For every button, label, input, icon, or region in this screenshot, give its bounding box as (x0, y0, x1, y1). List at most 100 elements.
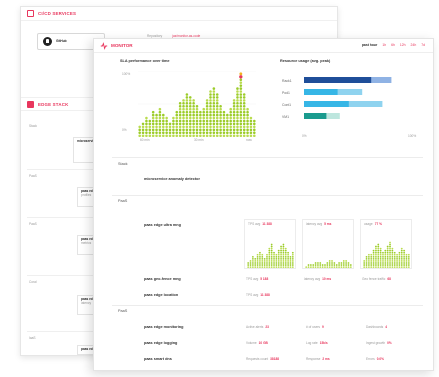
chart-bar (138, 125, 141, 137)
chart-bar (367, 253, 370, 268)
latency-value: 5 ms (324, 222, 332, 226)
chart-bar (338, 262, 340, 268)
chart-bar (282, 243, 285, 268)
chart-bar (326, 262, 329, 268)
chart-bar (287, 251, 290, 268)
chart-bar (398, 251, 401, 268)
chart-bar (349, 264, 352, 268)
chart-bar (312, 264, 315, 268)
smart-dns-name[interactable]: paas smart dns (144, 357, 172, 361)
chart-bar (270, 243, 273, 268)
chart-bar (155, 113, 158, 137)
logging-rate: Log rate 15k/s (306, 341, 328, 345)
sla-x-end: now (246, 138, 252, 142)
chart-bar (236, 87, 239, 137)
chart-bar (226, 113, 229, 137)
usage-metric-card[interactable]: usage 77 % (360, 219, 412, 269)
chart-bar (396, 253, 398, 268)
range-6h[interactable]: 6h (391, 43, 395, 47)
edge-location-name[interactable]: paas edge location (144, 293, 178, 297)
chart-bar (249, 116, 253, 137)
chart-bar (259, 251, 261, 268)
chart-bar (192, 99, 195, 137)
sla-chart (138, 71, 256, 137)
chart-bar (309, 264, 312, 268)
geo-tps: TPS avg 5 188 (246, 277, 269, 281)
chart-bar (345, 260, 348, 268)
chart-bar (365, 255, 368, 268)
chart-bar (165, 116, 168, 137)
section-stack: Stack (118, 162, 128, 166)
chart-bar (400, 247, 403, 268)
chart-bar (403, 249, 406, 268)
chart-bar (379, 247, 382, 268)
monitor-icon (100, 41, 108, 50)
chart-bar (242, 93, 246, 137)
tps-metric-card[interactable]: TPS avg 11 388 (244, 219, 296, 269)
resource-x-start: 0% (302, 134, 307, 138)
chart-bar (305, 266, 308, 268)
chart-bar (384, 249, 387, 268)
geo-fence-name[interactable]: paas geo-fence mng (144, 277, 181, 281)
chart-bar (347, 262, 350, 268)
anomaly-detector-name[interactable]: microservice anomaly detector (144, 177, 200, 181)
dns-requests: Requests count 38188 (246, 357, 280, 361)
geo-traffic: Geo fence traffic 68 (362, 277, 391, 281)
chart-bar (342, 260, 345, 268)
chart-bar (370, 253, 373, 268)
latency-metric-card[interactable]: latency avg 5 ms (302, 219, 354, 269)
section-coral-label: Coral (29, 280, 37, 284)
resource-category-label: Pod1 (282, 91, 290, 95)
section-stack-label: Stack (29, 124, 37, 128)
range-7d[interactable]: 7d (421, 43, 425, 47)
chart-bar (333, 262, 336, 268)
chart-bar (205, 99, 209, 137)
chart-bar (324, 264, 326, 268)
divider (112, 195, 423, 196)
edge-logging-name[interactable]: paas edge logging (144, 341, 177, 345)
edge-monitoring-name[interactable]: paas edge monitoring (144, 325, 183, 329)
range-12h[interactable]: 12h (400, 43, 406, 47)
chart-bar (199, 110, 202, 137)
range-1h[interactable]: 1h (382, 43, 386, 47)
monitor-panel: MONITOR past hour 1h 6h 12h 24h 7d SLA p… (93, 38, 434, 371)
chart-bar (172, 116, 175, 137)
section-paas-label-2: PaaS (29, 222, 37, 226)
chart-bar (289, 255, 292, 268)
chart-bar (277, 249, 280, 268)
chart-bar (393, 251, 396, 268)
chart-bar (254, 258, 257, 268)
chart-bar (158, 107, 162, 137)
sla-x-start: 60 min (140, 138, 150, 142)
chart-bar (314, 262, 317, 268)
chart-bar (175, 110, 179, 137)
chart-bar (195, 104, 199, 137)
chart-bar (263, 258, 266, 268)
resource-chart-panel: Resource usage (avg. peak) Rack1 Pod1 Cont… (280, 59, 426, 149)
range-24h[interactable]: 24h (411, 43, 417, 47)
chart-bar (256, 253, 259, 268)
chart-bar (209, 90, 212, 137)
chart-bar (261, 253, 264, 268)
edge-ultra-mng-name[interactable]: paas edge ultra mng (144, 223, 181, 227)
chart-bar (212, 87, 216, 137)
section-paas-2: PaaS (118, 309, 128, 313)
chart-bar (405, 253, 408, 268)
chart-bar (319, 262, 322, 268)
latency-label: latency avg 5 ms (306, 222, 332, 226)
resource-category-label: VM1 (282, 115, 289, 119)
section-paas-label: PaaS (29, 174, 37, 178)
tps-label: TPS avg 11 388 (248, 222, 272, 226)
edge-stack-title: EDGE STACK (38, 101, 69, 107)
logging-growth: Ingest growth 0% (366, 341, 392, 345)
resource-category-label: Rack1 (282, 79, 292, 83)
chart-bar (268, 247, 271, 268)
chart-bar (377, 243, 380, 268)
usage-label: usage 77 % (364, 222, 382, 226)
monitoring-alerts: Active alerts 23 (246, 325, 269, 329)
chart-bar (335, 264, 338, 268)
chart-bar (266, 253, 268, 268)
chart-bar (162, 113, 165, 137)
dns-errors: Errors 0.0% (366, 357, 384, 361)
stack-icon (27, 100, 34, 108)
